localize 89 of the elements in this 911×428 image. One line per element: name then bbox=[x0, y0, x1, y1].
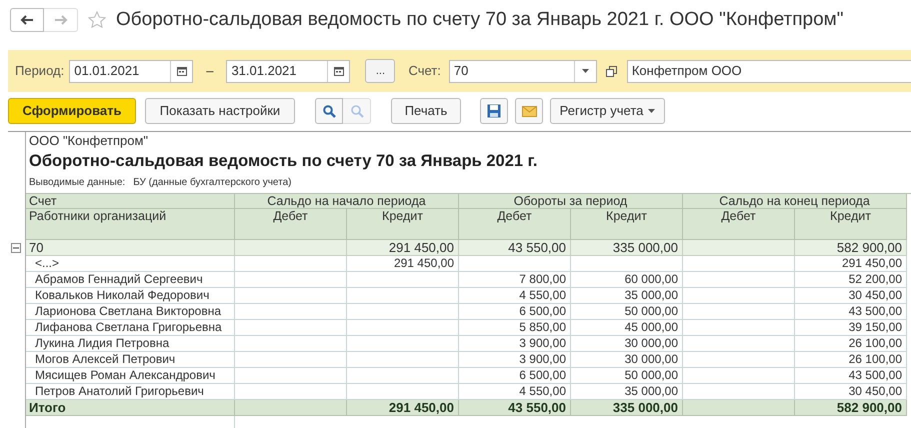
amount-cell: 6 500,00 bbox=[459, 368, 571, 384]
amount-cell: 43 500,00 bbox=[795, 304, 907, 320]
period-select-button[interactable]: ... bbox=[365, 59, 396, 83]
header-cell: Дебет bbox=[683, 209, 795, 240]
organization-field[interactable]: Конфетпром ООО bbox=[626, 60, 911, 82]
amount-cell: 7 800,00 bbox=[459, 272, 571, 288]
calendar-icon bbox=[176, 66, 187, 76]
amount-cell: 6 500,00 bbox=[459, 304, 571, 320]
favorite-star-icon[interactable] bbox=[88, 11, 106, 29]
print-button[interactable]: Печать bbox=[391, 98, 461, 124]
dropdown-caret-icon bbox=[582, 69, 589, 73]
employee-cell: Лукина Лидия Петровна bbox=[26, 336, 235, 352]
account-field[interactable]: 70 bbox=[448, 60, 597, 82]
dash-label: – bbox=[206, 62, 214, 80]
right-arrow-icon bbox=[54, 15, 68, 25]
left-arrow-icon bbox=[20, 15, 34, 25]
amount-cell: 3 900,00 bbox=[459, 352, 571, 368]
date-from-field[interactable]: 01.01.2021 bbox=[69, 60, 194, 82]
amount-cell: 50 000,00 bbox=[571, 368, 683, 384]
collapse-toggle[interactable] bbox=[11, 243, 21, 253]
amount-cell: 35 000,00 bbox=[571, 384, 683, 400]
amount-cell: 291 450,00 bbox=[347, 256, 459, 272]
header-cell: Кредит bbox=[347, 209, 459, 240]
amount-cell: 291 450,00 bbox=[347, 400, 459, 416]
output-data-label: Выводимые данные: bbox=[29, 176, 126, 190]
amount-cell: 60 000,00 bbox=[571, 272, 683, 288]
search-icon bbox=[350, 104, 364, 118]
window-title: Оборотно-сальдовая ведомость по счету 70 за Январь 2021 г. ООО "Конфетпром" bbox=[116, 8, 844, 32]
amount-cell: 335 000,00 bbox=[571, 400, 683, 416]
amount-cell: 4 550,00 bbox=[459, 288, 571, 304]
amount-cell: 4 550,00 bbox=[459, 384, 571, 400]
back-button[interactable] bbox=[10, 8, 44, 32]
employee-cell: Ларионова Светлана Викторовна bbox=[26, 304, 235, 320]
caret-icon bbox=[648, 109, 656, 113]
report-title: Оборотно-сальдовая ведомость по счету 70 за Январь 2021 г. bbox=[28, 151, 538, 172]
amount-cell: 30 450,00 bbox=[795, 384, 907, 400]
amount-cell: 45 000,00 bbox=[571, 320, 683, 336]
header-cell: Сальдо на начало периода bbox=[235, 194, 459, 209]
period-label: Период: bbox=[15, 62, 64, 80]
amount-cell: 30 000,00 bbox=[571, 336, 683, 352]
amount-cell: 30 450,00 bbox=[795, 288, 907, 304]
employee-cell: Ковальков Николай Федорович bbox=[26, 288, 235, 304]
header-cell: Дебет bbox=[459, 209, 571, 240]
show-settings-button[interactable]: Показать настройки bbox=[145, 98, 295, 124]
header-cell: Дебет bbox=[235, 209, 347, 240]
amount-cell: 5 850,00 bbox=[459, 320, 571, 336]
output-data-value: БУ (данные бухгалтерского учета) bbox=[133, 176, 292, 190]
calendar-icon bbox=[334, 66, 344, 76]
amount-cell: 335 000,00 bbox=[571, 240, 683, 256]
amount-cell: 291 450,00 bbox=[795, 256, 907, 272]
minus-icon bbox=[13, 245, 19, 251]
employee-cell: <...> bbox=[26, 256, 235, 272]
header-cell: Обороты за период bbox=[459, 194, 683, 209]
amount-cell: 582 900,00 bbox=[795, 400, 907, 416]
amount-cell: 52 200,00 bbox=[795, 272, 907, 288]
amount-cell: 35 000,00 bbox=[571, 288, 683, 304]
amount-cell: 43 550,00 bbox=[459, 400, 571, 416]
amount-cell: 50 000,00 bbox=[571, 304, 683, 320]
overlapping-squares-icon bbox=[606, 66, 618, 76]
header-cell: Кредит bbox=[795, 209, 907, 240]
search-button[interactable] bbox=[315, 98, 343, 124]
employee-cell: Петров Анатолий Григорьевич bbox=[26, 384, 235, 400]
report-organization: ООО "Конфетпром" bbox=[28, 132, 150, 150]
search-icon bbox=[322, 104, 336, 118]
header-cell: Сальдо на конец периода bbox=[683, 194, 907, 209]
header-cell: Кредит bbox=[571, 209, 683, 240]
total-label: Итого bbox=[26, 400, 235, 416]
envelope-icon bbox=[522, 106, 536, 116]
employee-cell: Могов Алексей Петрович bbox=[26, 352, 235, 368]
save-button[interactable] bbox=[480, 98, 508, 124]
amount-cell: 30 000,00 bbox=[571, 352, 683, 368]
amount-cell: 582 900,00 bbox=[795, 240, 907, 256]
amount-cell: 3 900,00 bbox=[459, 336, 571, 352]
amount-cell: 26 100,00 bbox=[795, 336, 907, 352]
generate-button[interactable]: Сформировать bbox=[8, 98, 136, 124]
amount-cell: 26 100,00 bbox=[795, 352, 907, 368]
header-cell: Счет bbox=[26, 194, 235, 209]
header-cell: Работники организаций bbox=[26, 209, 235, 240]
amount-cell: 291 450,00 bbox=[347, 240, 459, 256]
amount-cell: 43 500,00 bbox=[795, 368, 907, 384]
amount-cell: 39 150,00 bbox=[795, 320, 907, 336]
date-to-field[interactable]: 31.01.2021 bbox=[226, 60, 350, 82]
register-dropdown-button[interactable]: Регистр учета bbox=[550, 98, 665, 124]
amount-cell: 43 550,00 bbox=[459, 240, 571, 256]
employee-cell: Мясищев Роман Александрович bbox=[26, 368, 235, 384]
employee-cell: Абрамов Геннадий Сергеевич bbox=[26, 272, 235, 288]
employee-cell: Лифанова Светлана Григорьевна bbox=[26, 320, 235, 336]
account-label: Счет: bbox=[408, 62, 441, 80]
account-cell: 70 bbox=[26, 240, 235, 256]
